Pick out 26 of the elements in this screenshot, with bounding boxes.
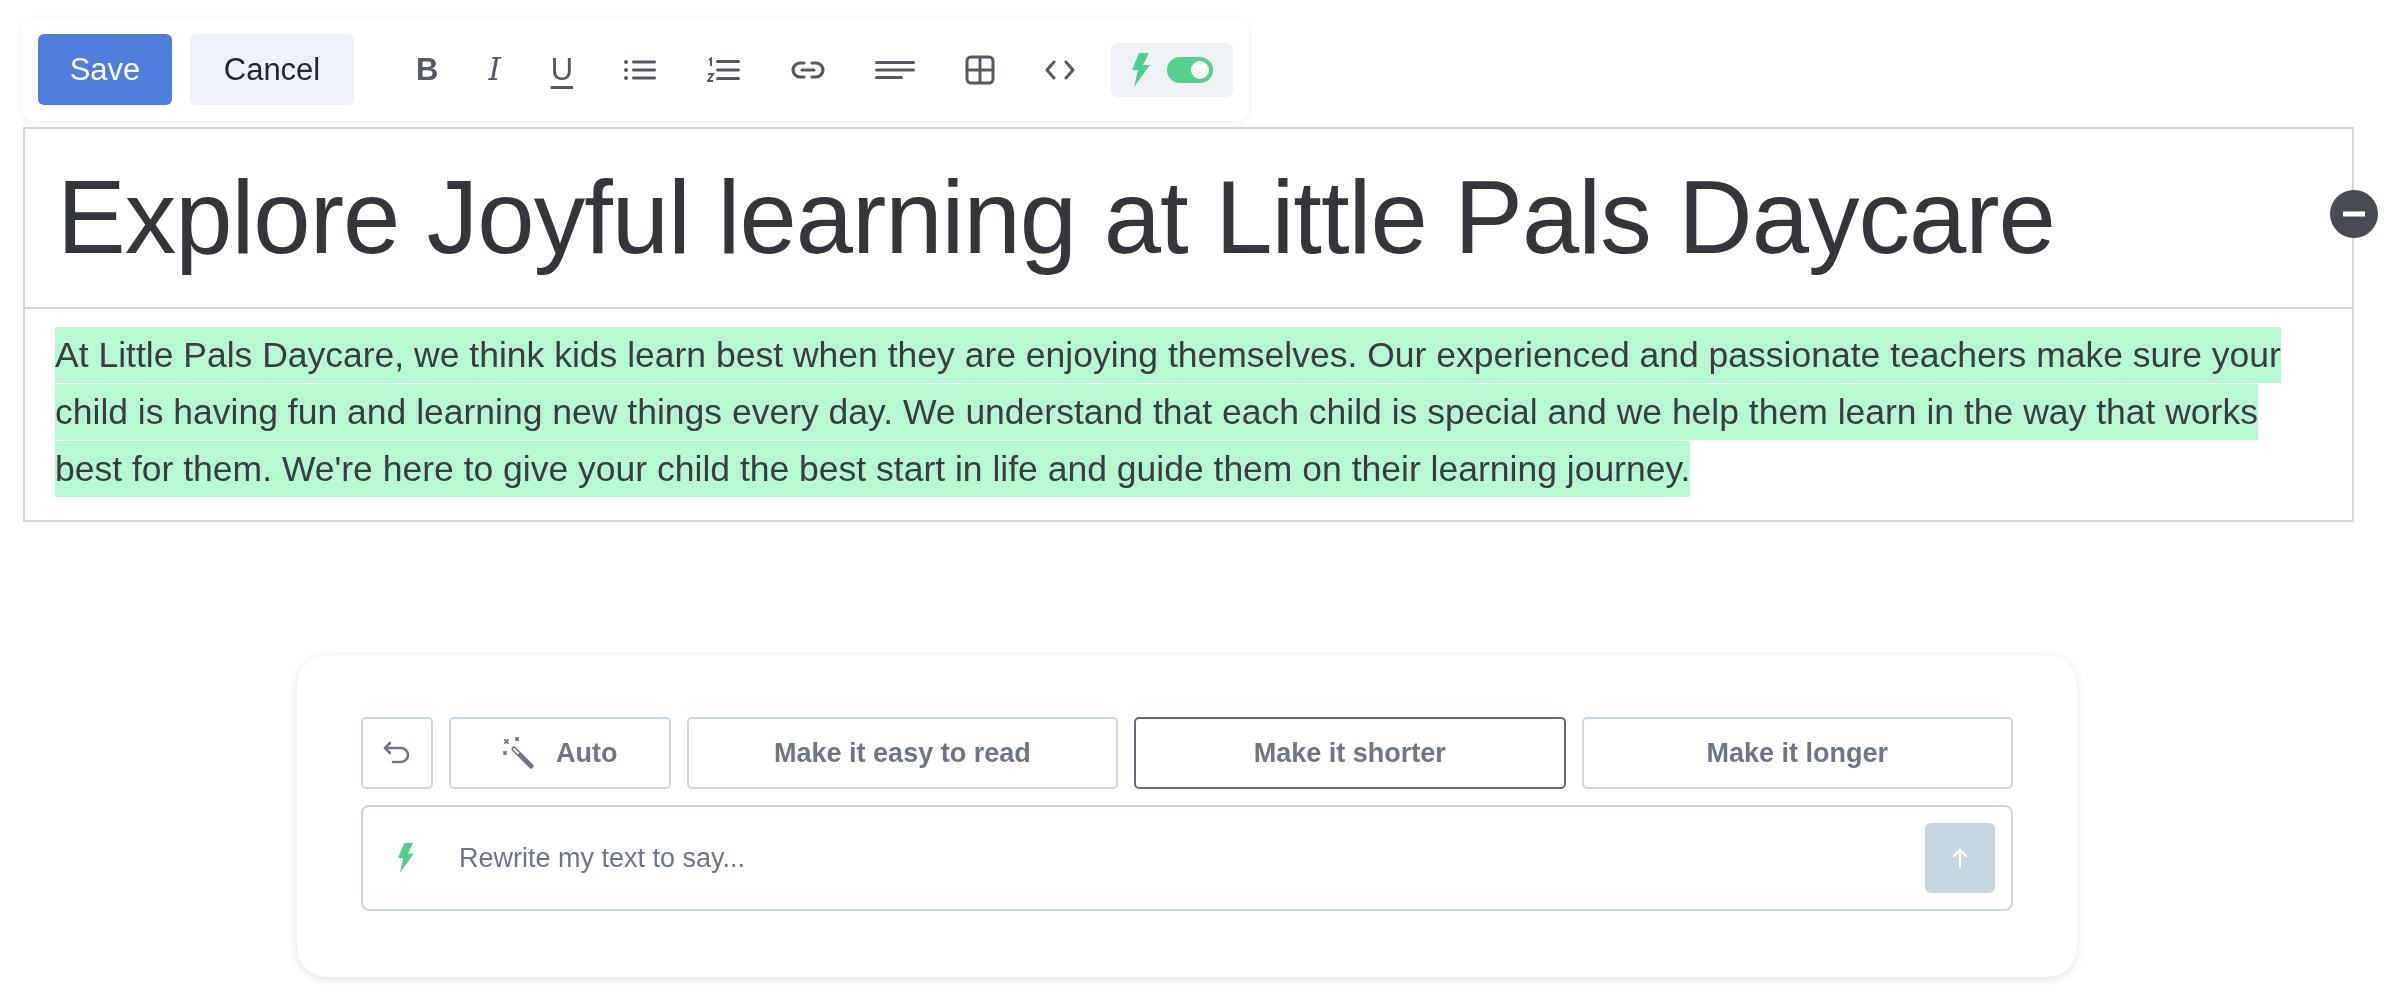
lightning-icon	[1131, 52, 1152, 87]
numbered-list-icon[interactable]	[707, 56, 742, 83]
rewrite-option-button[interactable]: Make it easy to read	[686, 717, 1119, 789]
italic-button[interactable]: I	[488, 54, 501, 85]
save-button[interactable]: Save	[38, 34, 172, 105]
prompt-field[interactable]: Rewrite my text to say...	[361, 805, 2013, 911]
table-icon[interactable]	[965, 54, 996, 85]
bullet-list-icon[interactable]	[623, 57, 658, 82]
magic-wand-icon	[502, 737, 535, 769]
code-icon[interactable]	[1045, 59, 1076, 80]
align-icon[interactable]	[875, 59, 916, 80]
link-icon[interactable]	[791, 59, 826, 80]
lightning-icon	[397, 843, 415, 873]
bold-button[interactable]: B	[416, 54, 439, 85]
page-title: Explore Joyful learning at Little Pals Daycare	[57, 159, 2055, 277]
rewrite-option-button[interactable]: Make it longer	[1581, 717, 2013, 789]
undo-button[interactable]	[361, 717, 433, 789]
rewrite-option-button[interactable]: Make it shorter	[1134, 717, 1566, 789]
underline-button[interactable]: U	[550, 54, 574, 85]
remove-icon[interactable]	[2330, 190, 2378, 238]
undo-icon	[382, 741, 411, 765]
toggle-switch[interactable]	[1167, 56, 1214, 83]
ai-toggle-button[interactable]	[1111, 42, 1234, 97]
cancel-button[interactable]: Cancel	[190, 34, 354, 105]
auto-button[interactable]: Auto	[448, 717, 671, 789]
arrow-up-icon	[1951, 847, 1969, 869]
